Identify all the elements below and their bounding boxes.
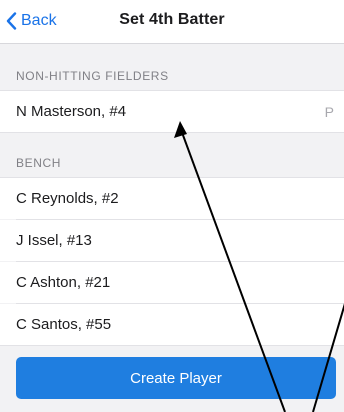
player-name: N Masterson, #4 [16,103,127,120]
list-item-fielder[interactable]: N Masterson, #4 P [0,91,344,132]
player-name: C Reynolds, #2 [16,190,119,207]
create-player-button[interactable]: Create Player [16,357,336,399]
page-title: Set 4th Batter [119,11,225,28]
divider [0,132,344,133]
divider [0,345,344,346]
list-item-bench-player[interactable]: J Issel, #13 [0,220,344,261]
list-item-bench-player[interactable]: C Reynolds, #2 [0,178,344,219]
player-position: P [324,103,334,120]
list-item-bench-player[interactable]: C Santos, #55 [0,304,344,345]
player-name: J Issel, #13 [16,232,92,249]
section-header-fielders: NON-HITTING FIELDERS [16,69,169,83]
list-item-bench-player[interactable]: C Ashton, #21 [0,262,344,303]
section-header-bench: BENCH [16,156,62,170]
player-name: C Ashton, #21 [16,274,111,291]
player-name: C Santos, #55 [16,316,112,333]
navigation-bar: Back Set 4th Batter [0,0,344,44]
